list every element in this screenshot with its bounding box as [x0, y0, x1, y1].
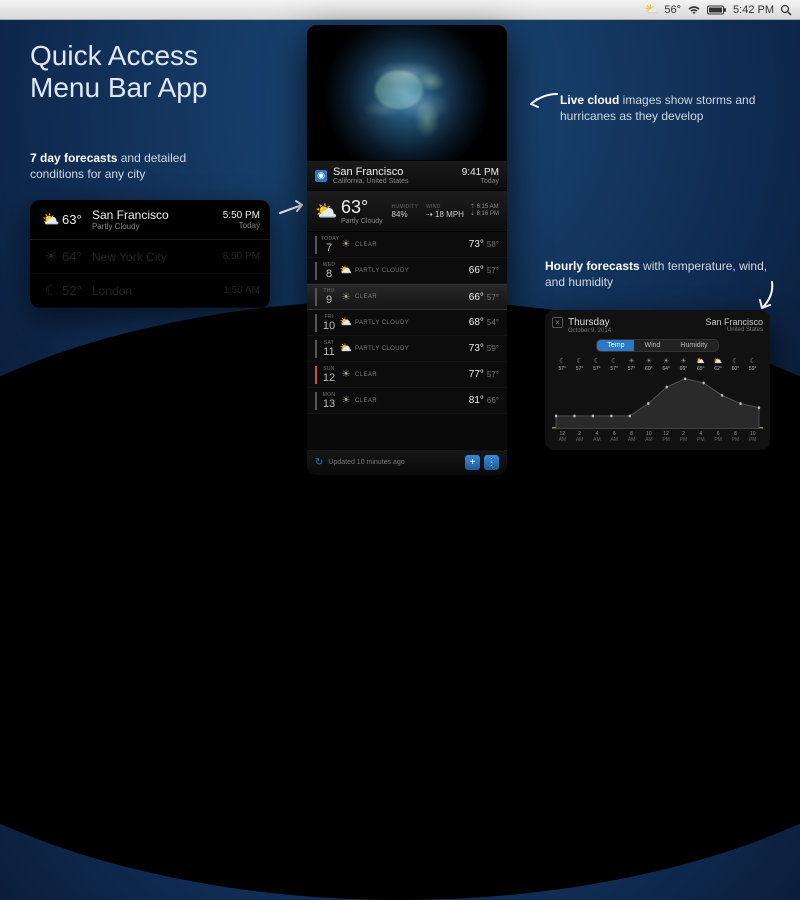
day-low: 66° [487, 396, 499, 405]
day-low: 58° [487, 240, 499, 249]
day-high: 66° [469, 292, 484, 303]
day-low: 54° [487, 318, 499, 327]
forecast-day-row[interactable]: SUN12☀CLEAR77°57° [307, 362, 507, 388]
location-header[interactable]: ◉ San Francisco California, United State… [307, 160, 507, 191]
hourly-day: Thursday [568, 317, 705, 328]
seg-wind[interactable]: Wind [634, 340, 670, 351]
hourly-date: October 9, 2014 [568, 328, 705, 334]
sunset-time: ⇣ 8:16 PM [470, 211, 499, 218]
city-list-item[interactable]: ⛅63°San FranciscoPartly Cloudy5:50 PMTod… [30, 200, 270, 240]
day-high: 73° [469, 239, 484, 250]
day-low: 59° [487, 344, 499, 353]
menubar-clock[interactable]: 5:42 PM [733, 4, 774, 16]
day-high: 77° [469, 369, 484, 380]
day-condition: CLEAR [355, 242, 469, 248]
settings-button[interactable]: ⋮ [484, 455, 499, 470]
day-condition: CLEAR [355, 294, 469, 300]
updated-label: Updated 10 minutes ago [328, 459, 461, 466]
forecast-day-row[interactable]: WED8⛅PARTLY CLOUDY66°57° [307, 258, 507, 284]
day-weather-icon: ☀ [337, 395, 355, 406]
panel-footer: ↻ Updated 10 minutes ago + ⋮ [307, 449, 507, 475]
day-weather-icon: ☀ [337, 369, 355, 380]
forecast-day-row[interactable]: SAT11⛅PARTLY CLOUDY73°59° [307, 336, 507, 362]
city-temp: 63° [62, 212, 92, 227]
annot-livecloud: Live cloud images show storms and hurric… [560, 92, 770, 124]
forecast-day-row[interactable]: TODAY7☀CLEAR73°58° [307, 232, 507, 258]
city-time: 5:50 PM [223, 210, 260, 221]
day-low: 57° [487, 293, 499, 302]
current-cond: Partly Cloudy [341, 218, 383, 225]
current-wind: ⇢ 18 MPH [426, 210, 464, 219]
city-list-preview: ⛅63°San FranciscoPartly Cloudy5:50 PMTod… [30, 200, 270, 308]
current-humidity: 84% [392, 210, 419, 219]
city-time: 8:50 PM [223, 251, 260, 262]
close-icon[interactable]: × [552, 317, 563, 328]
seg-humidity[interactable]: Humidity [670, 340, 717, 351]
hourly-axis: 12AM2AM4AM6AM8AM10AM12PM2PM4PM6PM8PM10PM [552, 431, 763, 443]
weather-icon: ☾ [40, 282, 62, 299]
location-pin-icon: ◉ [315, 170, 327, 182]
day-high: 81° [469, 395, 484, 406]
location-time: 9:41 PM [462, 167, 499, 178]
city-name: London [92, 284, 223, 298]
globe-live-cloud[interactable] [307, 25, 507, 160]
day-low: 57° [487, 370, 499, 379]
sunrise-time: ⇡ 6:15 AM [470, 204, 499, 211]
current-weather-icon: ⛅ [315, 201, 335, 222]
forecast-day-row[interactable]: MON13☀CLEAR81°66° [307, 388, 507, 414]
forecast-days: TODAY7☀CLEAR73°58°WED8⛅PARTLY CLOUDY66°5… [307, 232, 507, 449]
add-location-button[interactable]: + [465, 455, 480, 470]
day-weather-icon: ⛅ [337, 317, 355, 328]
wifi-icon[interactable] [687, 5, 701, 15]
day-weather-icon: ☀ [337, 239, 355, 250]
day-high: 68° [469, 317, 484, 328]
current-temp: 63° [341, 197, 383, 218]
forecast-day-row[interactable]: THU9☀CLEAR66°57° [307, 284, 507, 310]
current-conditions: ⛅ 63° Partly Cloudy HUMIDITY 84% WIND ⇢ … [307, 191, 507, 232]
city-list-item[interactable]: ☾52°London1:50 AM [30, 274, 270, 308]
weather-icon: ☀ [40, 248, 62, 265]
hourly-region: United States [705, 327, 763, 333]
hourly-temps: 57°57°57°57°57°60°64°66°65°62°60°59° [552, 366, 763, 372]
day-high: 66° [469, 265, 484, 276]
forecast-day-row[interactable]: FRI10⛅PARTLY CLOUDY68°54° [307, 310, 507, 336]
location-time-sub: Today [462, 178, 499, 185]
seg-temp[interactable]: Temp [597, 340, 634, 351]
hourly-loc: San Francisco [705, 317, 763, 327]
day-condition: CLEAR [355, 372, 469, 378]
city-list-item[interactable]: ☀64°New York City8:50 PM [30, 240, 270, 274]
annot-hourly: Hourly forecasts with temperature, wind,… [545, 258, 770, 290]
location-city: San Francisco [333, 166, 462, 178]
day-weather-icon: ⛅ [337, 265, 355, 276]
refresh-icon[interactable]: ↻ [315, 457, 323, 468]
day-weather-icon: ⛅ [337, 343, 355, 354]
hourly-popover: × Thursday October 9, 2014 San Francisco… [545, 310, 770, 450]
day-condition: PARTLY CLOUDY [355, 268, 469, 274]
hourly-segment[interactable]: Temp Wind Humidity [596, 339, 718, 352]
city-temp: 64° [62, 249, 92, 264]
annot-forecasts: 7 day forecasts and detailed conditions … [30, 150, 240, 182]
arrow-left-icon [525, 90, 559, 114]
battery-icon[interactable] [707, 5, 727, 15]
weather-panel: ◉ San Francisco California, United State… [307, 25, 507, 475]
day-high: 73° [469, 343, 484, 354]
day-weather-icon: ☀ [337, 292, 355, 303]
spotlight-icon[interactable] [780, 4, 792, 16]
day-condition: CLEAR [355, 398, 469, 404]
arrow-right-icon [278, 195, 308, 225]
day-condition: PARTLY CLOUDY [355, 346, 469, 352]
day-low: 57° [487, 266, 499, 275]
hourly-icons: ☾☾☾☾☀☀☀☀⛅⛅☾☾ [552, 357, 763, 365]
hourly-chart [552, 374, 763, 429]
location-region: California, United States [333, 178, 462, 185]
macos-menubar: ⛅ 56° 5:42 PM [0, 0, 800, 20]
city-name: New York City [92, 250, 223, 264]
city-temp: 52° [62, 283, 92, 298]
marketing-headline: Quick Access Menu Bar App [30, 40, 207, 104]
day-condition: PARTLY CLOUDY [355, 320, 469, 326]
weather-icon: ⛅ [40, 211, 62, 228]
city-time: 1:50 AM [223, 285, 260, 296]
city-name: San Francisco [92, 208, 223, 222]
weather-menubar-item[interactable]: ⛅ 56° [645, 3, 681, 16]
